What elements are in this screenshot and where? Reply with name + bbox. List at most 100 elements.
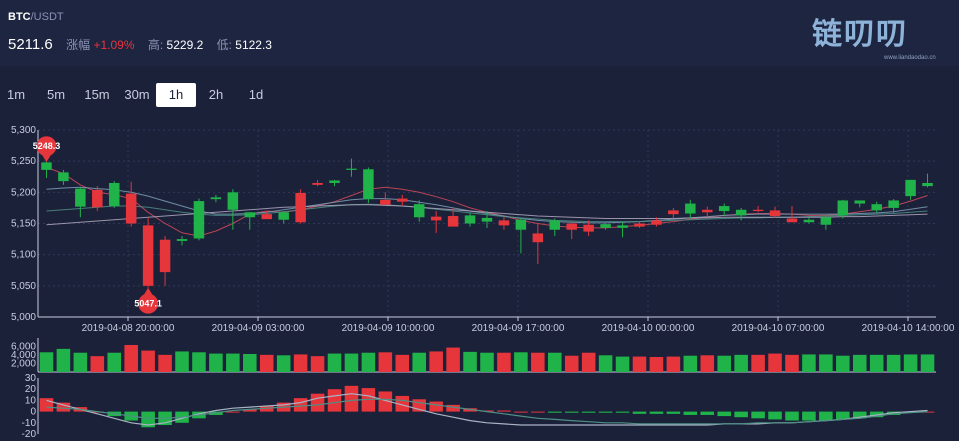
macd-tick-label: -20	[22, 429, 37, 440]
candle-body	[803, 219, 815, 223]
volume-bar	[310, 356, 325, 372]
volume-bar	[344, 353, 359, 372]
macd-histogram-bar	[785, 411, 799, 421]
macd-histogram-bar	[683, 411, 698, 415]
candle-body	[549, 220, 561, 230]
volume-bar	[175, 351, 189, 372]
volume-bar	[819, 354, 833, 372]
timeframe-1h[interactable]: 1h	[156, 83, 196, 107]
candle-body	[786, 218, 798, 223]
candle-body	[261, 214, 272, 220]
candle-body	[820, 217, 832, 225]
change-value: +1.09%	[93, 38, 135, 52]
price-markers: 5248.3 5047.1	[33, 136, 162, 314]
volume-bar	[361, 352, 376, 372]
macd-histogram-bar	[531, 411, 545, 413]
macd-histogram-bar	[39, 398, 54, 412]
macd-histogram-bar	[293, 398, 308, 412]
price-summary: 5211.6 涨幅 +1.09% 高: 5229.2 低: 5122.3	[8, 36, 282, 53]
candle-body	[515, 219, 527, 230]
macd-histogram-bar	[429, 401, 443, 412]
volume-bar	[259, 354, 274, 372]
volume-bar	[429, 351, 443, 372]
candle-body	[702, 209, 713, 213]
candle-body	[854, 200, 866, 204]
candle-body	[312, 182, 323, 185]
candle-body	[413, 204, 425, 218]
volume-bar	[73, 352, 88, 372]
macd-chart: 3020100-10-20	[22, 373, 935, 440]
candle-body	[295, 192, 306, 223]
logo-url: www.liandaodao.cn	[884, 55, 936, 61]
candle-body	[566, 223, 577, 230]
volume-bar	[717, 355, 731, 372]
macd-histogram-bar	[734, 411, 748, 418]
volume-bar	[581, 352, 596, 372]
price-tick-label: 5,250	[11, 156, 36, 167]
macd-histogram-bar	[547, 411, 562, 413]
timeframe-2h[interactable]: 2h	[200, 83, 232, 107]
candle-body	[58, 172, 69, 182]
candle-body	[380, 199, 391, 205]
macd-tick-label: 20	[25, 384, 37, 395]
candle-body	[718, 206, 730, 212]
high-label: 高:	[147, 38, 164, 52]
timeframe-30m[interactable]: 30m	[120, 83, 154, 107]
time-axis: 2019-04-08 20:00:00 2019-04-09 03:00:00 20…	[38, 316, 955, 334]
candle-body	[532, 233, 544, 243]
volume-bar	[632, 356, 647, 372]
candle-body	[142, 225, 154, 286]
candle-body	[397, 198, 408, 202]
candle-body	[752, 209, 764, 212]
volume-bar	[293, 354, 308, 372]
candle-body	[837, 200, 849, 216]
marker-label: 5248.3	[33, 141, 61, 151]
candle-body	[735, 209, 747, 216]
macd-histogram-bar	[717, 411, 731, 417]
kline-chart[interactable]: 5,000 5,050 5,100 5,150 5,200 5,250 5,300 2019…	[0, 120, 959, 441]
price-tick-label: 5,050	[11, 281, 36, 292]
candle-body	[41, 162, 52, 170]
volume-bar	[564, 355, 579, 372]
volume-bar	[547, 352, 562, 372]
timeframe-1m[interactable]: 1m	[0, 83, 32, 107]
price-tick-label: 5,100	[11, 250, 36, 261]
candle-body	[769, 210, 781, 217]
time-tick-label: 2019-04-09 17:00:00	[472, 323, 565, 334]
change-label: 涨幅	[66, 38, 91, 52]
candle-body	[346, 168, 357, 170]
macd-histogram-bar	[632, 411, 647, 414]
macd-histogram-bar	[344, 385, 359, 412]
candle-body	[464, 215, 476, 224]
candle-body	[888, 200, 899, 208]
volume-bar	[531, 352, 545, 372]
volume-bar	[107, 352, 122, 372]
pair-base: BTC	[8, 11, 31, 23]
timeframe-15m[interactable]: 15m	[80, 83, 114, 107]
price-axis: 5,000 5,050 5,100 5,150 5,200 5,250 5,300	[11, 125, 39, 323]
macd-histogram-bar	[581, 411, 596, 413]
macd-histogram-bar	[564, 411, 579, 413]
timeframe-1d[interactable]: 1d	[240, 83, 272, 107]
volume-bar	[751, 354, 765, 372]
volume-bar	[683, 355, 698, 372]
candle-body	[583, 224, 594, 232]
candle-body	[634, 223, 645, 227]
candle-body	[329, 180, 340, 183]
volume-bar	[666, 356, 681, 372]
macd-histogram-bar	[819, 411, 833, 421]
price-tick-label: 5,150	[11, 219, 36, 230]
last-price: 5211.6	[8, 36, 53, 53]
macd-histogram-bar	[768, 411, 782, 420]
volume-bar	[395, 354, 410, 372]
candle-body	[668, 210, 679, 215]
volume-bar	[869, 354, 884, 372]
logo-text: 链叨叨	[812, 17, 908, 52]
candle-body	[363, 169, 374, 200]
timeframe-5m[interactable]: 5m	[40, 83, 72, 107]
timeframe-selector: 1m 5m 15m 30m 1h 2h 1d	[0, 83, 400, 107]
volume-bar	[158, 354, 172, 372]
macd-histogram-bar	[802, 411, 816, 421]
candle-body	[210, 197, 222, 200]
macd-tick-label: 10	[25, 395, 37, 406]
